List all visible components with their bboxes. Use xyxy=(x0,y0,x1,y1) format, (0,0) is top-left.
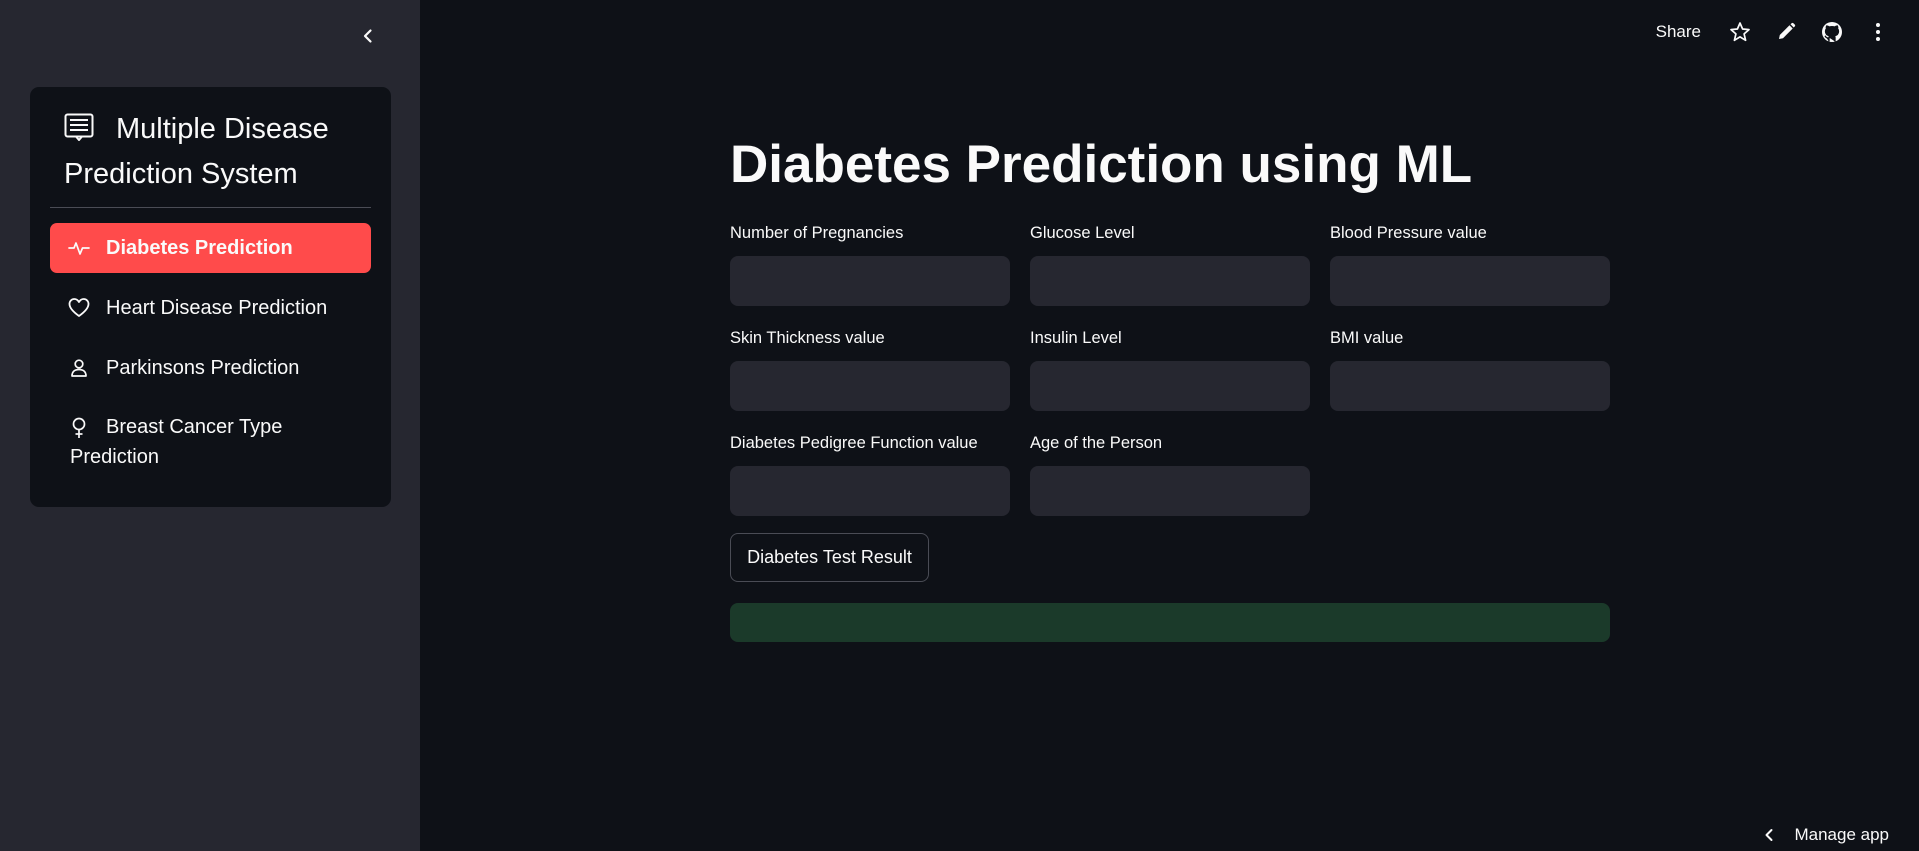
pedigree-function-input[interactable] xyxy=(730,466,1010,516)
manage-app-button[interactable]: Manage app xyxy=(1762,823,1889,847)
manage-app-label: Manage app xyxy=(1794,825,1889,844)
page-title: Diabetes Prediction using ML xyxy=(730,135,1473,194)
insulin-field: Insulin Level xyxy=(1030,328,1310,411)
top-toolbar: Share xyxy=(1656,18,1889,46)
nav-item-diabetes[interactable]: Diabetes Prediction xyxy=(50,223,371,273)
share-button[interactable]: Share xyxy=(1656,22,1701,42)
glucose-input[interactable] xyxy=(1030,256,1310,306)
chevron-left-icon xyxy=(1765,829,1773,841)
pedigree-function-field: Diabetes Pedigree Function value xyxy=(730,433,1010,516)
field-label: Age of the Person xyxy=(1030,434,1163,452)
pencil-icon[interactable] xyxy=(1775,21,1797,43)
age-input[interactable] xyxy=(1030,466,1310,516)
main-content: Share Diabetes Prediction using ML Numbe… xyxy=(420,0,1919,851)
blood-pressure-field: Blood Pressure value xyxy=(1330,223,1610,306)
menu-title-text: Multiple Disease Prediction System xyxy=(64,113,329,190)
field-label: BMI value xyxy=(1330,329,1404,347)
activity-icon xyxy=(68,237,90,259)
field-label: Number of Pregnancies xyxy=(730,224,904,242)
diabetes-test-result-button[interactable]: Diabetes Test Result xyxy=(730,533,929,582)
nav-item-label: Diabetes Prediction xyxy=(106,237,293,259)
pregnancies-input[interactable] xyxy=(730,256,1010,306)
star-icon[interactable] xyxy=(1729,21,1751,43)
person-icon xyxy=(68,357,90,379)
field-label: Diabetes Pedigree Function value xyxy=(730,434,978,452)
pregnancies-field: Number of Pregnancies xyxy=(730,223,1010,306)
insulin-input[interactable] xyxy=(1030,361,1310,411)
menu-title: Multiple Disease Prediction System xyxy=(64,107,374,197)
field-label: Glucose Level xyxy=(1030,224,1135,242)
menu-divider xyxy=(50,207,371,208)
skin-thickness-input[interactable] xyxy=(730,361,1010,411)
more-vertical-icon[interactable] xyxy=(1867,21,1889,43)
heart-icon xyxy=(68,297,90,319)
glucose-field: Glucose Level xyxy=(1030,223,1310,306)
field-label: Skin Thickness value xyxy=(730,329,885,347)
field-label: Blood Pressure value xyxy=(1330,224,1487,242)
success-result-box xyxy=(730,603,1610,642)
field-label: Insulin Level xyxy=(1030,329,1122,347)
nav-item-breast-cancer[interactable]: Breast Cancer Type Prediction xyxy=(50,403,371,483)
nav-item-parkinsons[interactable]: Parkinsons Prediction xyxy=(50,343,371,393)
age-field: Age of the Person xyxy=(1030,433,1310,516)
card-list-icon xyxy=(64,110,94,142)
nav-item-heart-disease[interactable]: Heart Disease Prediction xyxy=(50,283,371,333)
option-menu: Multiple Disease Prediction System Diabe… xyxy=(30,87,391,507)
nav-item-label: Parkinsons Prediction xyxy=(106,357,300,379)
blood-pressure-input[interactable] xyxy=(1330,256,1610,306)
bmi-input[interactable] xyxy=(1330,361,1610,411)
chevron-left-icon xyxy=(363,29,372,43)
nav-item-label: Breast Cancer Type Prediction xyxy=(70,416,283,468)
bmi-field: BMI value xyxy=(1330,328,1610,411)
nav-item-label: Heart Disease Prediction xyxy=(106,297,328,319)
skin-thickness-field: Skin Thickness value xyxy=(730,328,1010,411)
collapse-sidebar-button[interactable] xyxy=(354,22,382,50)
sidebar: Multiple Disease Prediction System Diabe… xyxy=(0,0,420,851)
github-icon[interactable] xyxy=(1821,21,1843,43)
